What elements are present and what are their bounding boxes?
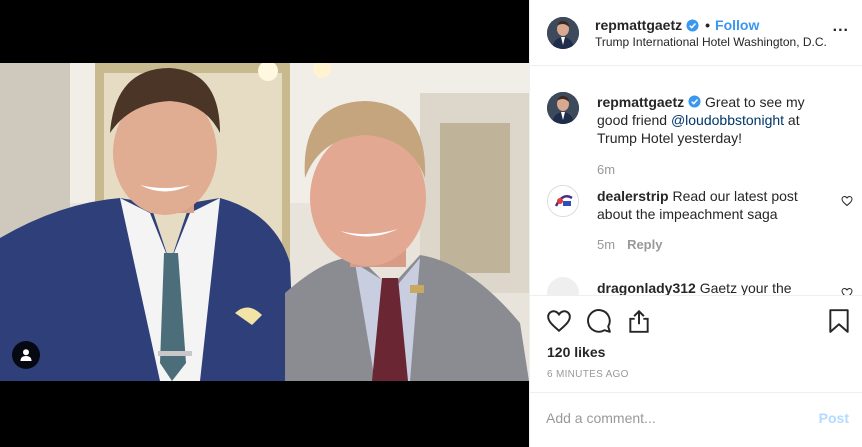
user-tag-button[interactable] bbox=[12, 341, 40, 369]
comment-username[interactable]: dragonlady312 bbox=[597, 280, 696, 295]
comment-timestamp[interactable]: 5m bbox=[597, 237, 615, 252]
comment-like-icon[interactable] bbox=[841, 287, 853, 295]
comment-icon[interactable] bbox=[586, 308, 612, 334]
commenter-avatar[interactable] bbox=[547, 277, 579, 295]
comment-composer: Post bbox=[530, 392, 862, 447]
more-options-icon[interactable]: ... bbox=[833, 19, 849, 35]
follow-button[interactable]: Follow bbox=[715, 17, 759, 33]
comment-meta: 5m Reply bbox=[597, 237, 662, 252]
caption-mention-link[interactable]: @loudobbstonight bbox=[671, 112, 784, 128]
caption-meta: 6m bbox=[597, 162, 615, 177]
bookmark-icon[interactable] bbox=[826, 308, 852, 334]
reply-button[interactable]: Reply bbox=[627, 237, 662, 252]
comment-text: dealerstrip Read our latest post about t… bbox=[597, 187, 829, 223]
commenter-avatar[interactable] bbox=[547, 185, 579, 217]
comment-like-icon[interactable] bbox=[841, 195, 853, 207]
user-tag-icon bbox=[20, 349, 32, 361]
author-username[interactable]: repmattgaetz bbox=[595, 17, 682, 33]
caption-avatar[interactable] bbox=[547, 92, 579, 124]
comments-section[interactable]: repmattgaetz Great to see my good friend… bbox=[530, 67, 862, 295]
post-comment-button[interactable]: Post bbox=[819, 410, 849, 426]
comment-text: dragonlady312 Gaetz your the bbox=[597, 279, 829, 295]
post-sidebar: repmattgaetz • Follow Trump Internationa… bbox=[529, 0, 862, 447]
comment-username[interactable]: dealerstrip bbox=[597, 188, 669, 204]
post-timestamp[interactable]: 6 MINUTES AGO bbox=[547, 369, 629, 380]
author-avatar[interactable] bbox=[547, 17, 579, 49]
post-location[interactable]: Trump International Hotel Washington, D.… bbox=[595, 35, 827, 49]
comment-input[interactable] bbox=[546, 410, 796, 426]
caption-text: repmattgaetz Great to see my good friend… bbox=[597, 93, 829, 147]
likes-count[interactable]: 120 likes bbox=[547, 344, 605, 360]
caption-username[interactable]: repmattgaetz bbox=[597, 94, 684, 110]
post-photo[interactable] bbox=[0, 63, 529, 381]
share-icon[interactable] bbox=[626, 308, 652, 334]
post-media[interactable] bbox=[0, 0, 529, 447]
post-header: repmattgaetz • Follow Trump Internationa… bbox=[530, 0, 862, 66]
verified-badge-icon bbox=[686, 18, 699, 32]
caption-timestamp[interactable]: 6m bbox=[597, 162, 615, 177]
post-actions: 120 likes 6 MINUTES AGO Post bbox=[530, 295, 862, 447]
author-row: repmattgaetz • Follow bbox=[595, 17, 759, 33]
comment-body: Gaetz your the bbox=[695, 280, 792, 295]
verified-badge-icon bbox=[688, 95, 701, 108]
separator-dot: • bbox=[705, 17, 711, 33]
heart-icon[interactable] bbox=[546, 308, 572, 334]
